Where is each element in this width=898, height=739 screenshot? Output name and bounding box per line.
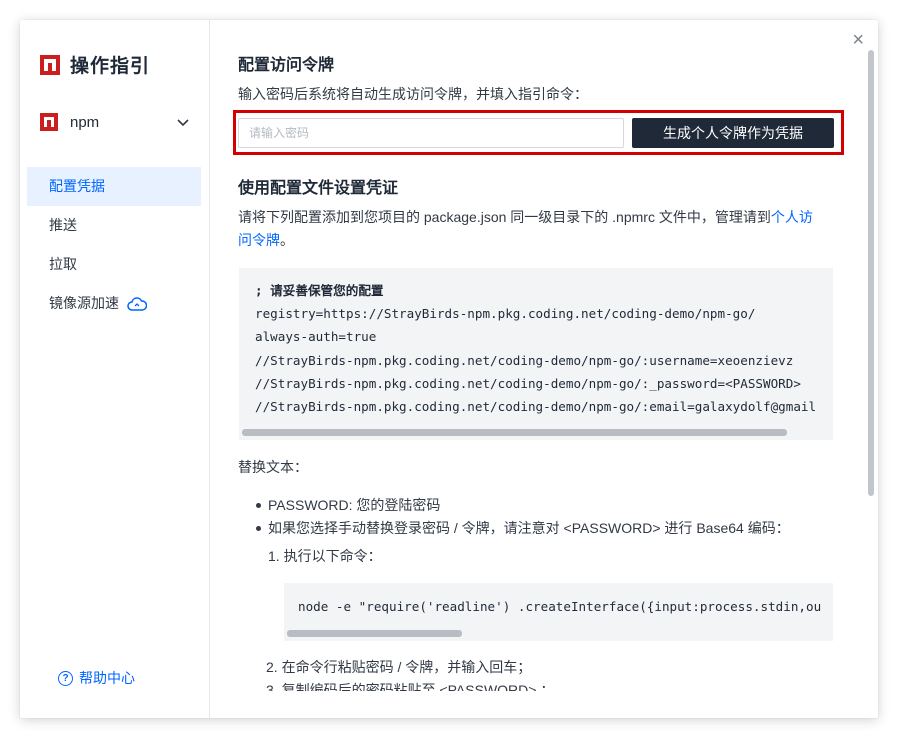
package-type-label: npm — [70, 113, 100, 131]
password-input[interactable] — [238, 118, 624, 148]
horizontal-scrollbar[interactable] — [242, 429, 787, 436]
code-content: ; 请妥善保管您的配置 registry=https://StrayBirds-… — [255, 279, 816, 418]
code-line: //StrayBirds-npm.pkg.coding.net/coding-d… — [255, 399, 817, 415]
description-text: 请将下列配置添加到您项目的 package.json 同一级目录下的 .npmr… — [238, 209, 771, 225]
description-text-end: 。 — [280, 232, 294, 248]
code-line: ; 请妥善保管您的配置 — [255, 283, 384, 298]
guide-dialog: 操作指引 npm 配置凭据 推送 拉取 镜像源加速 ? 帮助中心 × 配置访问令… — [20, 20, 878, 718]
sidebar-item-mirror-acceleration[interactable]: 镜像源加速 — [27, 284, 201, 323]
replacement-list: PASSWORD: 您的登陆密码 如果您选择手动替换登录密码 / 令牌，请注意对… — [256, 494, 790, 540]
npmrc-code-block: ; 请妥善保管您的配置 registry=https://StrayBirds-… — [239, 268, 833, 440]
sidebar-item-label: 推送 — [49, 217, 77, 233]
list-item: 如果您选择手动替换登录密码 / 令牌，请注意对 <PASSWORD> 进行 Ba… — [256, 517, 790, 540]
code-line: //StrayBirds-npm.pkg.coding.net/coding-d… — [255, 352, 794, 368]
sidebar-item-config-credentials[interactable]: 配置凭据 — [27, 167, 201, 206]
cloud-icon — [127, 296, 147, 311]
section-description-access-token: 输入密码后系统将自动生成访问令牌，并填入指引命令： — [238, 86, 588, 102]
question-icon: ? — [58, 670, 73, 686]
code-line: //StrayBirds-npm.pkg.coding.net/coding-d… — [255, 375, 801, 391]
replace-text-title: 替换文本： — [238, 459, 308, 475]
vertical-scrollbar[interactable] — [868, 50, 874, 496]
sidebar-item-push[interactable]: 推送 — [27, 206, 201, 245]
sidebar-item-label: 配置凭据 — [49, 178, 105, 194]
main-content: × 配置访问令牌 输入密码后系统将自动生成访问令牌，并填入指引命令： 生成个人令… — [211, 20, 878, 718]
step-1: 1. 执行以下命令： — [268, 548, 382, 564]
list-item: PASSWORD: 您的登陆密码 — [256, 494, 790, 517]
sidebar-title: 操作指引 — [70, 56, 151, 77]
section-title-access-token: 配置访问令牌 — [238, 57, 335, 74]
package-type-select[interactable]: npm — [40, 113, 190, 131]
command-text: node -e "require('readline') .createInte… — [298, 599, 822, 614]
step-3: 3. 复制编码后的密码粘贴至 <PASSWORD> ； — [266, 682, 555, 691]
npm-logo-icon — [40, 54, 60, 75]
code-line: always-auth=true — [255, 329, 377, 345]
step-2: 2. 在命令行粘贴密码 / 令牌，并输入回车； — [266, 659, 532, 675]
code-line: registry=https://StrayBirds-npm.pkg.codi… — [255, 306, 756, 322]
help-center-link[interactable]: ? 帮助中心 — [58, 668, 135, 688]
chevron-down-icon — [177, 119, 189, 127]
sidebar-nav: 配置凭据 推送 拉取 镜像源加速 — [27, 167, 201, 323]
generate-token-button[interactable]: 生成个人令牌作为凭据 — [632, 118, 834, 148]
section-description-config-file: 请将下列配置添加到您项目的 package.json 同一级目录下的 .npmr… — [238, 206, 833, 252]
sidebar-item-label: 镜像源加速 — [49, 295, 119, 311]
horizontal-scrollbar[interactable] — [287, 630, 462, 637]
sidebar-header: 操作指引 — [40, 51, 150, 78]
npm-icon — [40, 113, 58, 131]
sidebar-item-label: 拉取 — [49, 256, 77, 272]
close-icon[interactable]: × — [852, 30, 864, 50]
section-title-config-file: 使用配置文件设置凭证 — [238, 180, 399, 197]
help-center-label: 帮助中心 — [79, 670, 135, 686]
personal-token-link-cont[interactable]: 问令牌 — [238, 232, 280, 248]
command-code-block: node -e "require('readline') .createInte… — [284, 583, 833, 641]
sidebar-item-pull[interactable]: 拉取 — [27, 245, 201, 284]
personal-token-link[interactable]: 个人访 — [771, 209, 813, 225]
sidebar: 操作指引 npm 配置凭据 推送 拉取 镜像源加速 ? 帮助中心 — [20, 20, 210, 718]
